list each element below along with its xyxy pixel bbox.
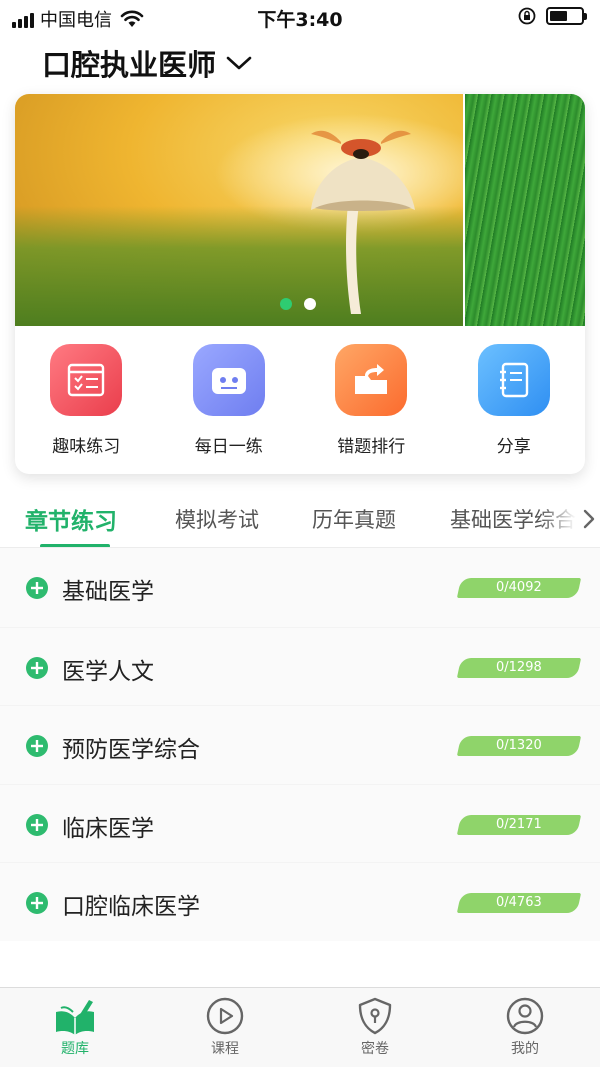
list-item[interactable]: 口腔临床医学 0/4763 (0, 862, 600, 941)
nav-label: 课程 (211, 1041, 239, 1057)
feature-wrong-ranking[interactable]: 错题排行 (301, 344, 441, 457)
exercise-icon (50, 344, 123, 416)
list-item[interactable]: 临床医学 0/2171 (0, 783, 600, 862)
plus-circle-icon[interactable] (25, 734, 49, 758)
nav-question-bank[interactable]: 题库 (25, 996, 125, 1058)
nav-courses[interactable]: 课程 (175, 996, 275, 1058)
progress-badge: 0/1320 (456, 736, 582, 756)
battery-icon (546, 7, 587, 25)
banner-slide-next[interactable] (465, 94, 585, 326)
progress-count: 0/4092 (496, 580, 542, 595)
tab-bar: 章节练习 模拟考试 历年真题 基础医学综合 (0, 500, 600, 548)
feature-share[interactable]: 分享 (444, 344, 584, 457)
plus-circle-icon[interactable] (25, 656, 49, 680)
chapter-list: 基础医学 0/4092 医学人文 0/1298 预防医学综合 0/1320 临床… (0, 548, 600, 941)
progress-badge: 0/1298 (456, 657, 582, 678)
page-title: 口腔执业医师 (42, 48, 217, 82)
mushroom-ladybug-illustration (311, 130, 415, 314)
status-time: 下午3:40 (257, 9, 343, 31)
tab-past-exams[interactable]: 历年真题 (312, 504, 396, 534)
feature-grid: 趣味练习 每日一练 错题排行 分享 (15, 344, 585, 457)
list-item[interactable]: 基础医学 0/4092 (0, 548, 600, 627)
chapter-name: 基础医学 (62, 579, 154, 605)
progress-count: 0/2171 (496, 816, 542, 832)
chevron-right-icon[interactable] (582, 508, 596, 530)
carousel-dot[interactable] (304, 298, 316, 310)
book-icon (56, 1000, 94, 1035)
list-item[interactable]: 预防医学综合 0/1320 (0, 705, 600, 784)
banner-card: 趣味练习 每日一练 错题排行 分享 (15, 94, 585, 474)
chapter-name: 口腔临床医学 (62, 894, 200, 920)
chapter-name: 预防医学综合 (62, 737, 200, 763)
nav-label: 题库 (61, 1041, 89, 1057)
nav-label: 我的 (511, 1041, 539, 1057)
progress-count: 0/1298 (496, 659, 542, 675)
folder-upload-icon (335, 344, 408, 416)
banner-slide-image[interactable] (15, 94, 463, 326)
bottom-nav: 题库 课程 密卷 我的 (0, 987, 600, 1067)
chapter-name: 医学人文 (62, 658, 154, 685)
banner-carousel[interactable] (15, 94, 585, 326)
play-circle-icon (206, 997, 244, 1035)
screen: 中国电信 下午3:40 口腔执业医师 趣味练习 每日一练 错题排行 分享 章节练… (0, 0, 600, 1067)
feature-label: 每日一练 (194, 437, 263, 457)
chapter-name: 临床医学 (62, 815, 154, 842)
feature-label: 分享 (496, 437, 531, 457)
plus-circle-icon[interactable] (25, 891, 49, 915)
progress-badge: 0/2171 (456, 814, 582, 835)
feature-label: 趣味练习 (52, 437, 121, 457)
progress-badge: 0/4763 (456, 893, 582, 913)
progress-count: 0/1320 (496, 738, 542, 753)
feature-label: 错题排行 (337, 437, 406, 457)
feature-fun-practice[interactable]: 趣味练习 (16, 344, 156, 457)
carousel-dot-active[interactable] (280, 298, 292, 310)
notebook-icon (477, 344, 550, 416)
tab-chapter-practice[interactable]: 章节练习 (25, 502, 117, 536)
nav-label: 密卷 (361, 1041, 389, 1057)
rotation-lock-icon (518, 7, 536, 25)
plus-circle-icon[interactable] (25, 813, 49, 837)
list-item[interactable]: 医学人文 0/1298 (0, 626, 600, 705)
shield-lock-icon (358, 997, 392, 1035)
nav-secret-papers[interactable]: 密卷 (325, 996, 425, 1058)
progress-badge: 0/4092 (456, 578, 582, 598)
tab-mock-exam[interactable]: 模拟考试 (175, 504, 259, 534)
exam-selector[interactable]: 口腔执业医师 (42, 42, 252, 84)
feature-daily-practice[interactable]: 每日一练 (159, 344, 299, 457)
status-bar: 中国电信 下午3:40 (0, 0, 600, 34)
progress-count: 0/4763 (496, 895, 542, 910)
plus-circle-icon[interactable] (25, 576, 49, 600)
status-right (518, 7, 587, 25)
nav-profile[interactable]: 我的 (475, 996, 575, 1058)
user-icon (506, 997, 544, 1035)
robot-icon (192, 344, 265, 416)
chevron-down-icon (226, 56, 252, 70)
carousel-dots (280, 298, 316, 310)
